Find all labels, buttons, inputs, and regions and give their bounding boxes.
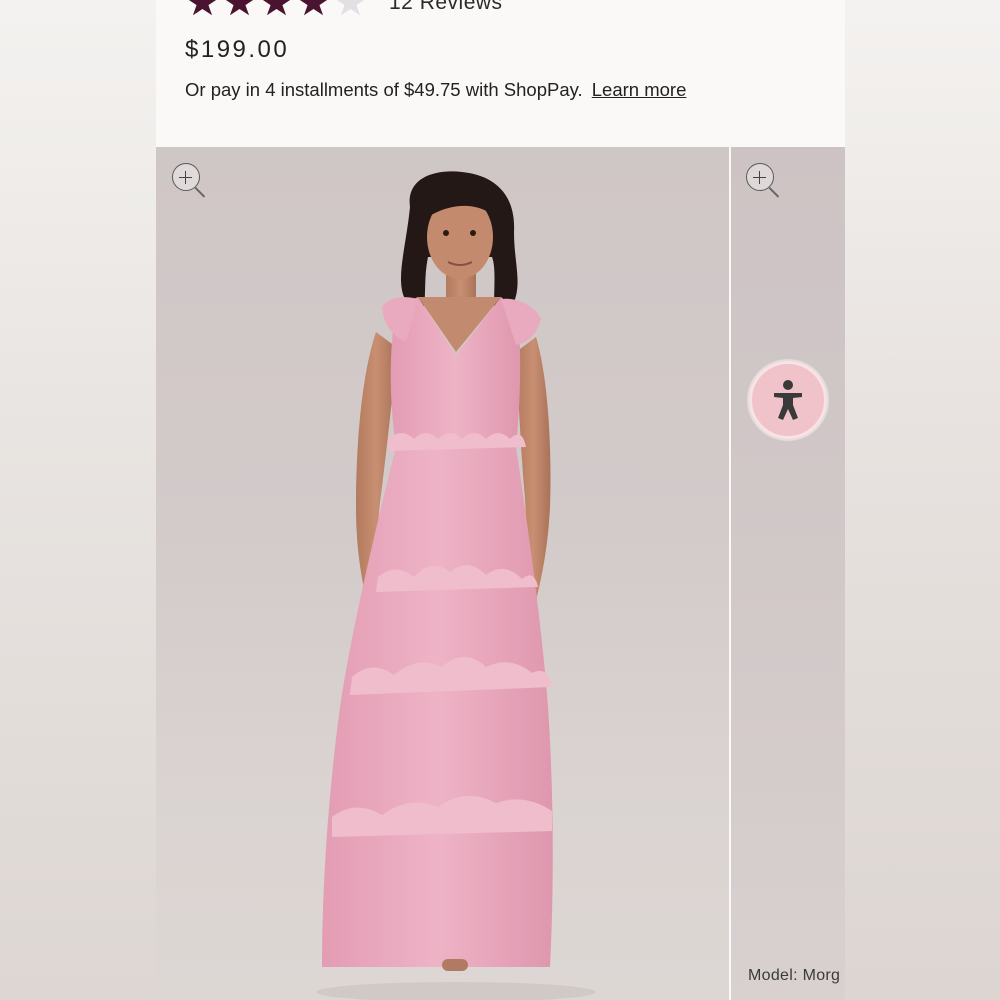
star-icon (223, 0, 256, 16)
star-empty-icon (334, 0, 367, 16)
product-image-main[interactable] (156, 147, 729, 1000)
star-icon (297, 0, 330, 16)
image-gallery[interactable]: Model: Morg (156, 147, 845, 1000)
installments-label: Or pay in 4 installments of $49.75 with … (185, 79, 583, 100)
accessibility-icon (774, 380, 802, 420)
rating-row[interactable]: 12 Reviews (186, 0, 503, 18)
zoom-button[interactable] (744, 161, 784, 201)
background-right (844, 0, 1000, 1000)
zoom-button[interactable] (170, 161, 210, 201)
product-price: $199.00 (185, 36, 290, 63)
background-left (0, 0, 156, 1000)
accessibility-button[interactable] (749, 361, 827, 439)
star-icon (186, 0, 219, 16)
installments-text: Or pay in 4 installments of $49.75 with … (185, 79, 686, 101)
product-panel: 12 Reviews $199.00 Or pay in 4 installme… (156, 0, 845, 1000)
learn-more-link[interactable]: Learn more (592, 79, 687, 100)
reviews-link[interactable]: 12 Reviews (389, 0, 503, 15)
product-image-next[interactable]: Model: Morg (731, 147, 845, 1000)
star-icon (260, 0, 293, 16)
model-photo (316, 171, 596, 1000)
model-caption: Model: Morg (748, 967, 841, 984)
